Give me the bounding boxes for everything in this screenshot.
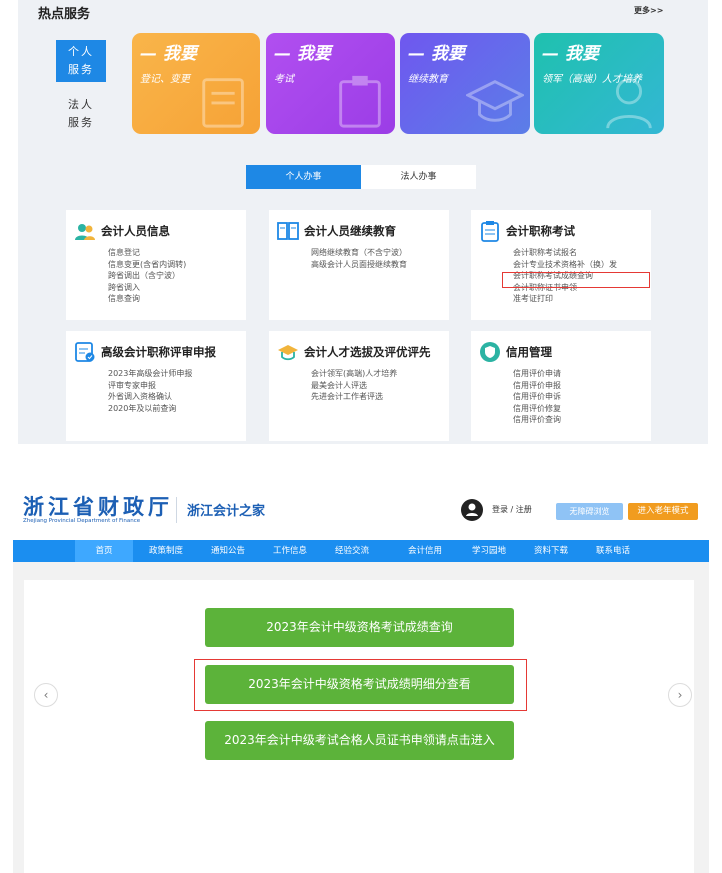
- category-link[interactable]: 网络继续教育（不含宁波）: [311, 247, 407, 259]
- highlight-box: [194, 659, 527, 711]
- nav-notices[interactable]: 通知公告: [199, 540, 257, 562]
- category-link[interactable]: 准考证打印: [513, 293, 617, 305]
- nav-learning[interactable]: 学习园地: [460, 540, 518, 562]
- category-link[interactable]: 信用评价查询: [513, 414, 561, 426]
- score-query-button[interactable]: 2023年会计中级资格考试成绩查询: [205, 608, 514, 647]
- card-continuing-education[interactable]: — 我要 继续教育: [400, 33, 530, 134]
- more-link[interactable]: 更多>>: [634, 5, 663, 16]
- category-header: 信用管理: [479, 341, 552, 363]
- nav-contact[interactable]: 联系电话: [584, 540, 642, 562]
- category-header: 高级会计职称评审申报: [74, 341, 216, 363]
- card-heading: — 我要: [408, 44, 465, 64]
- category-link[interactable]: 信用评价申报: [513, 380, 561, 392]
- category-title: 会计人才选拔及评优评先: [304, 345, 431, 359]
- tab-corporate-service[interactable]: 法人 服务: [56, 93, 106, 135]
- card-label: 考试: [274, 74, 294, 85]
- switch-corporate[interactable]: 法人办事: [361, 165, 476, 189]
- category-continuing-education: 会计人员继续教育 网络继续教育（不含宁波） 高级会计人员面授继续教育: [269, 210, 449, 320]
- category-link[interactable]: 信用评价申诉: [513, 391, 561, 403]
- people-icon: [75, 224, 95, 240]
- category-link[interactable]: 高级会计人员面授继续教育: [311, 259, 407, 271]
- site-logo[interactable]: 浙江省财政厅: [23, 491, 173, 521]
- tab-label: 法人 服务: [68, 98, 94, 129]
- carousel-next-button[interactable]: ›: [668, 683, 692, 707]
- category-header: 会计人员信息: [74, 220, 170, 242]
- tab-label: 个人 服务: [68, 45, 94, 76]
- category-link[interactable]: 信息查询: [108, 293, 186, 305]
- category-link[interactable]: 跨省调出（含宁波）: [108, 270, 186, 282]
- elder-mode-button[interactable]: 进入老年模式: [628, 503, 698, 520]
- shield-icon: [480, 342, 500, 362]
- graduation-cap-icon: [466, 80, 524, 122]
- category-title: 会计人员信息: [101, 224, 170, 238]
- category-credit-management: 信用管理 信用评价申请 信用评价申报 信用评价申诉 信用评价修复 信用评价查询: [471, 331, 651, 441]
- nav-downloads[interactable]: 资料下载: [522, 540, 580, 562]
- certificate-apply-button[interactable]: 2023年会计中级考试合格人员证书申领请点击进入: [205, 721, 514, 760]
- card-talent-training[interactable]: — 我要 领军（高端）人才培养: [534, 33, 664, 134]
- nav-credit[interactable]: 会计信用: [396, 540, 454, 562]
- category-link[interactable]: 外省调入资格确认: [108, 391, 192, 403]
- card-registration[interactable]: — 我要 登记、变更: [132, 33, 260, 134]
- card-heading: — 我要: [140, 44, 197, 64]
- nav-experience[interactable]: 经验交流: [323, 540, 381, 562]
- book-icon: [277, 222, 299, 240]
- carousel-prev-button[interactable]: ‹: [34, 683, 58, 707]
- category-link[interactable]: 会计专业技术资格补（换）发: [513, 259, 617, 271]
- card-heading: — 我要: [542, 44, 599, 64]
- category-link[interactable]: 信用评价修复: [513, 403, 561, 415]
- category-link[interactable]: 最美会计人评选: [311, 380, 397, 392]
- category-link[interactable]: 信用评价申请: [513, 368, 561, 380]
- accessibility-button[interactable]: 无障碍浏览: [556, 503, 623, 520]
- graduation-cap-icon: [278, 345, 298, 361]
- category-accountant-info: 会计人员信息 信息登记 信息变更(含省内调转) 跨省调出（含宁波） 跨省调入 信…: [66, 210, 246, 320]
- main-nav: 首页 政策制度 通知公告 工作信息 经验交流 会计信用 学习园地 资料下载 联系…: [13, 540, 709, 562]
- category-link[interactable]: 会计职称考试报名: [513, 247, 617, 259]
- header-divider: [176, 497, 177, 523]
- card-label: 继续教育: [408, 74, 448, 85]
- person-icon: [606, 78, 652, 129]
- service-type-switch: 个人办事 法人办事: [246, 165, 476, 189]
- site-logo-english: Zhejiang Provincial Department of Financ…: [23, 518, 141, 524]
- category-talent-selection: 会计人才选拔及评优评先 会计领军(高端)人才培养 最美会计人评选 先进会计工作者…: [269, 331, 449, 441]
- clipboard-icon: [481, 221, 499, 242]
- category-link[interactable]: 评审专家申报: [108, 380, 192, 392]
- category-header: 会计人才选拔及评优评先: [277, 341, 431, 363]
- nav-work-info[interactable]: 工作信息: [261, 540, 319, 562]
- site-name: 浙江会计之家: [187, 504, 266, 519]
- nav-policy[interactable]: 政策制度: [137, 540, 195, 562]
- category-title: 会计人员继续教育: [304, 224, 396, 238]
- category-title-exam: 会计职称考试 会计职称考试报名 会计专业技术资格补（换）发 会计职称考试成绩查询…: [471, 210, 651, 320]
- user-icon: [461, 499, 483, 521]
- section-title: 热点服务: [38, 7, 91, 22]
- document-icon: [202, 78, 244, 128]
- category-header: 会计人员继续教育: [277, 220, 396, 242]
- category-link[interactable]: 跨省调入: [108, 282, 186, 294]
- card-heading: — 我要: [274, 44, 331, 64]
- switch-personal[interactable]: 个人办事: [246, 165, 361, 189]
- category-link[interactable]: 2020年及以前查询: [108, 403, 192, 415]
- card-label: 登记、变更: [140, 74, 190, 85]
- category-link[interactable]: 先进会计工作者评选: [311, 391, 397, 403]
- category-header: 会计职称考试: [479, 220, 575, 242]
- category-title: 信用管理: [506, 345, 552, 359]
- category-link[interactable]: 信息登记: [108, 247, 186, 259]
- clipboard-icon: [339, 75, 381, 128]
- login-register-link[interactable]: 登录 / 注册: [492, 504, 532, 515]
- highlight-box: [502, 272, 650, 288]
- category-title: 高级会计职称评审申报: [101, 345, 216, 359]
- tab-personal-service[interactable]: 个人 服务: [56, 40, 106, 82]
- document-check-icon: [75, 342, 95, 362]
- category-link[interactable]: 会计领军(高端)人才培养: [311, 368, 397, 380]
- category-title: 会计职称考试: [506, 224, 575, 238]
- card-exam[interactable]: — 我要 考试: [266, 33, 395, 134]
- nav-home[interactable]: 首页: [75, 540, 133, 562]
- category-senior-title-review: 高级会计职称评审申报 2023年高级会计师申报 评审专家申报 外省调入资格确认 …: [66, 331, 246, 441]
- category-link[interactable]: 信息变更(含省内调转): [108, 259, 186, 271]
- category-link[interactable]: 2023年高级会计师申报: [108, 368, 192, 380]
